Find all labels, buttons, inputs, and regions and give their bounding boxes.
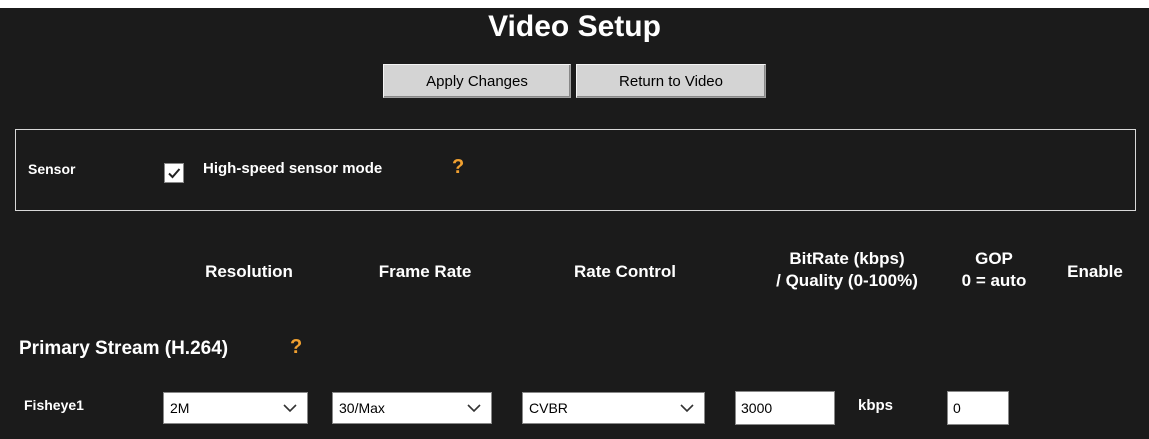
bitrate-input[interactable]: 3000 [735,391,835,425]
resolution-value: 2M [170,400,190,416]
column-bitrate-line2: / Quality (0-100%) [776,271,918,290]
column-resolution: Resolution [205,262,293,281]
column-gop-line2: 0 = auto [961,271,1027,290]
video-setup-panel: Video Setup Apply Changes Return to Vide… [0,8,1149,439]
sensor-help-icon[interactable]: ? [452,156,464,179]
column-enable: Enable [1067,262,1123,281]
high-speed-sensor-checkbox[interactable] [164,163,184,183]
apply-changes-button[interactable]: Apply Changes [383,64,571,98]
chevron-down-icon [680,404,694,413]
frame-rate-value: 30/Max [339,400,385,416]
stream-row-label: Fisheye1 [24,397,84,413]
column-rate-control: Rate Control [574,262,676,281]
column-frame-rate: Frame Rate [378,262,472,281]
rate-control-value: CVBR [529,400,568,416]
chevron-down-icon [283,404,297,413]
high-speed-sensor-label: High-speed sensor mode [203,160,383,177]
primary-stream-title: Primary Stream (H.264) [19,338,229,359]
column-gop-line1: GOP [975,249,1013,268]
resolution-select[interactable]: 2M [163,392,308,424]
page-title: Video Setup [488,10,661,43]
column-bitrate: BitRate (kbps) / Quality (0-100%) [742,248,952,292]
frame-rate-select[interactable]: 30/Max [332,392,492,424]
rate-control-select[interactable]: CVBR [522,392,705,424]
chevron-down-icon [467,404,481,413]
gop-input[interactable]: 0 [947,391,1009,425]
column-gop: GOP 0 = auto [944,248,1044,292]
return-to-video-button[interactable]: Return to Video [576,64,766,98]
bitrate-unit: kbps [858,397,894,414]
check-icon [168,168,181,179]
sensor-label: Sensor [28,161,76,177]
primary-stream-help-icon[interactable]: ? [290,336,302,359]
column-bitrate-line1: BitRate (kbps) [789,249,905,268]
